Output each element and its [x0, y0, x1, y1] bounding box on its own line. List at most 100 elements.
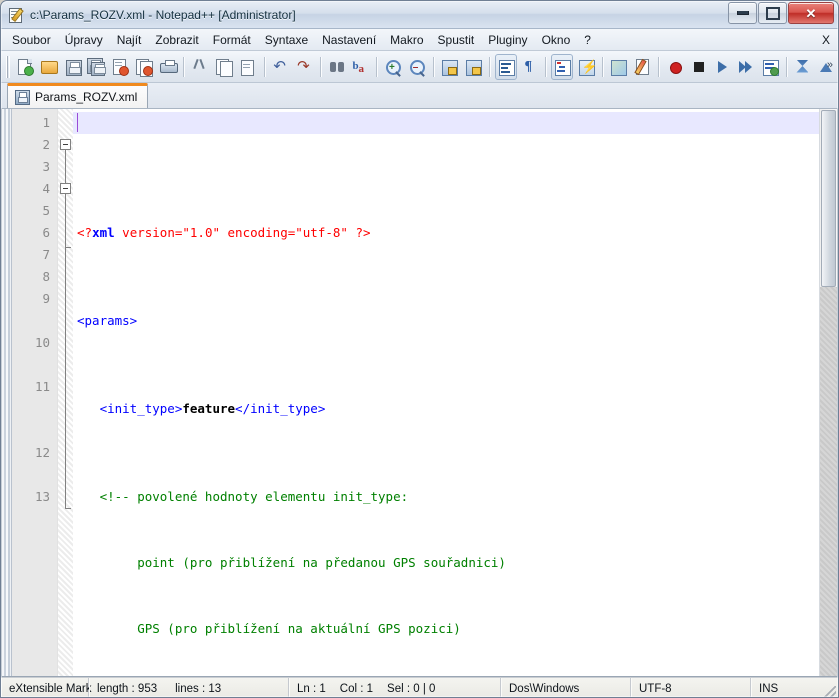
- print-button[interactable]: [157, 54, 179, 80]
- show-all-chars-icon: ¶: [524, 58, 533, 74]
- replace-button[interactable]: ba: [350, 54, 372, 80]
- code-token: <?: [77, 225, 93, 240]
- status-eol-format[interactable]: Dos\Windows: [501, 678, 631, 697]
- document-map-icon: [609, 58, 628, 76]
- code-token: xml: [92, 225, 115, 240]
- fold-toggle-line2[interactable]: [60, 139, 71, 150]
- run-macro-multiple-icon: [737, 58, 755, 76]
- zoom-in-icon: +: [384, 58, 402, 77]
- menu-item-pluginy[interactable]: Pluginy: [481, 31, 534, 49]
- menu-item-help[interactable]: ?: [577, 31, 598, 49]
- toolbar-grip[interactable]: [6, 55, 11, 78]
- editor-splitter-grip[interactable]: [2, 109, 12, 676]
- zoom-out-button[interactable]: –: [406, 54, 428, 80]
- close-document-menu-button[interactable]: X: [822, 33, 830, 47]
- vertical-scrollbar-track[interactable]: [820, 287, 837, 676]
- notepad-plus-plus-window: c:\Params_ROZV.xml - Notepad++ [Administ…: [0, 0, 839, 698]
- new-file-button[interactable]: [14, 54, 36, 80]
- replace-icon: ba: [352, 59, 364, 75]
- menu-item-syntaxe[interactable]: Syntaxe: [258, 31, 315, 49]
- status-insert-mode[interactable]: INS: [751, 678, 816, 697]
- paste-icon: [239, 58, 257, 76]
- vertical-scrollbar-thumb[interactable]: [821, 110, 836, 287]
- code-line-5: point (pro přiblížení na předanou GPS so…: [77, 552, 819, 574]
- menu-item-format[interactable]: Formát: [206, 31, 258, 49]
- resize-grip[interactable]: [824, 686, 836, 697]
- sync-vertical-icon: [440, 58, 459, 76]
- collapse-current-level-button[interactable]: [792, 54, 814, 80]
- fold-toggle-line4[interactable]: [60, 183, 71, 194]
- vertical-scrollbar[interactable]: [819, 109, 837, 676]
- status-ln: Ln : 1: [297, 683, 326, 695]
- close-file-button[interactable]: [109, 54, 131, 80]
- redo-button[interactable]: ↷: [293, 54, 315, 80]
- function-list-button[interactable]: [631, 54, 653, 80]
- record-macro-button[interactable]: [664, 54, 686, 80]
- toolbar-separator: [545, 56, 547, 77]
- toolbar-separator: [376, 56, 378, 77]
- toolbar-overflow-button[interactable]: »: [827, 59, 833, 71]
- save-icon: [64, 58, 82, 76]
- status-length: length : 953: [97, 683, 158, 695]
- word-wrap-button[interactable]: [494, 53, 517, 80]
- window-title: c:\Params_ROZV.xml - Notepad++ [Administ…: [30, 7, 296, 22]
- menu-item-nastaveni[interactable]: Nastavení: [315, 31, 383, 49]
- status-sel: Sel : 0 | 0: [387, 683, 436, 695]
- open-file-button[interactable]: [38, 54, 60, 80]
- text-caret: [77, 113, 78, 132]
- copy-button[interactable]: [213, 54, 235, 80]
- paste-button[interactable]: [237, 54, 259, 80]
- menu-item-makro[interactable]: Makro: [383, 31, 430, 49]
- close-button[interactable]: ✕: [788, 2, 834, 24]
- menu-item-upravy[interactable]: Úpravy: [58, 31, 110, 49]
- code-line-3: <init_type>feature</init_type>: [77, 398, 819, 420]
- notepad-plus-plus-icon: [8, 7, 24, 23]
- cut-button[interactable]: [189, 54, 211, 80]
- document-map-button[interactable]: [608, 54, 630, 80]
- toolbar-separator: [489, 56, 490, 77]
- menu-item-spustit[interactable]: Spustit: [431, 31, 482, 49]
- status-bar: eXtensible Mark length : 953 lines : 13 …: [1, 677, 838, 697]
- stop-record-macro-button[interactable]: [688, 54, 710, 80]
- save-macro-button[interactable]: [759, 54, 781, 80]
- menu-item-soubor[interactable]: Soubor: [5, 31, 58, 49]
- minimize-button[interactable]: [728, 2, 757, 24]
- save-button[interactable]: [62, 54, 84, 80]
- tab-params-rozv-xml[interactable]: Params_ROZV.xml: [7, 83, 149, 108]
- tab-label: Params_ROZV.xml: [35, 90, 138, 104]
- menu-item-okno[interactable]: Okno: [535, 31, 578, 49]
- code-line-4: <!-- povolené hodnoty elementu init_type…: [77, 486, 819, 508]
- status-encoding[interactable]: UTF-8: [631, 678, 751, 697]
- zoom-out-icon: –: [408, 58, 426, 77]
- save-all-icon: [87, 57, 107, 76]
- editor-area: 1 2 3 4 5 6 7 8 9 10 11 12 13 <?xml vers…: [1, 109, 838, 677]
- find-icon: [328, 58, 346, 76]
- sync-horizontal-scroll-button[interactable]: [462, 54, 484, 80]
- menu-item-zobrazit[interactable]: Zobrazit: [148, 31, 205, 49]
- run-macro-multiple-button[interactable]: [735, 54, 757, 80]
- zoom-in-button[interactable]: +: [382, 54, 404, 80]
- undo-icon: ↶: [273, 57, 286, 75]
- save-all-button[interactable]: [85, 54, 107, 80]
- cut-icon: [191, 58, 209, 76]
- close-all-icon: [135, 58, 153, 77]
- sync-vertical-scroll-button[interactable]: [439, 54, 461, 80]
- user-defined-language-button[interactable]: ⚡: [575, 54, 598, 80]
- save-macro-icon: [761, 58, 779, 76]
- toolbar-separator: [601, 56, 603, 77]
- status-col: Col : 1: [339, 683, 374, 695]
- title-bar: c:\Params_ROZV.xml - Notepad++ [Administ…: [1, 1, 838, 29]
- code-text-area[interactable]: <?xml version="1.0" encoding="utf-8" ?> …: [73, 109, 819, 676]
- menu-item-najit[interactable]: Najít: [110, 31, 149, 49]
- undo-button[interactable]: ↶: [269, 54, 291, 80]
- indent-guide-button[interactable]: [551, 53, 573, 80]
- close-all-button[interactable]: [133, 54, 155, 80]
- code-token: feature: [182, 401, 236, 416]
- find-button[interactable]: [326, 54, 348, 80]
- fold-margin[interactable]: [58, 109, 73, 676]
- code-token: <!-- povolené hodnoty elementu init_type…: [77, 489, 409, 504]
- play-macro-button[interactable]: [711, 54, 733, 80]
- show-all-characters-button[interactable]: ¶: [519, 54, 541, 80]
- collapse-level-icon: [793, 58, 811, 76]
- maximize-button[interactable]: [758, 2, 787, 24]
